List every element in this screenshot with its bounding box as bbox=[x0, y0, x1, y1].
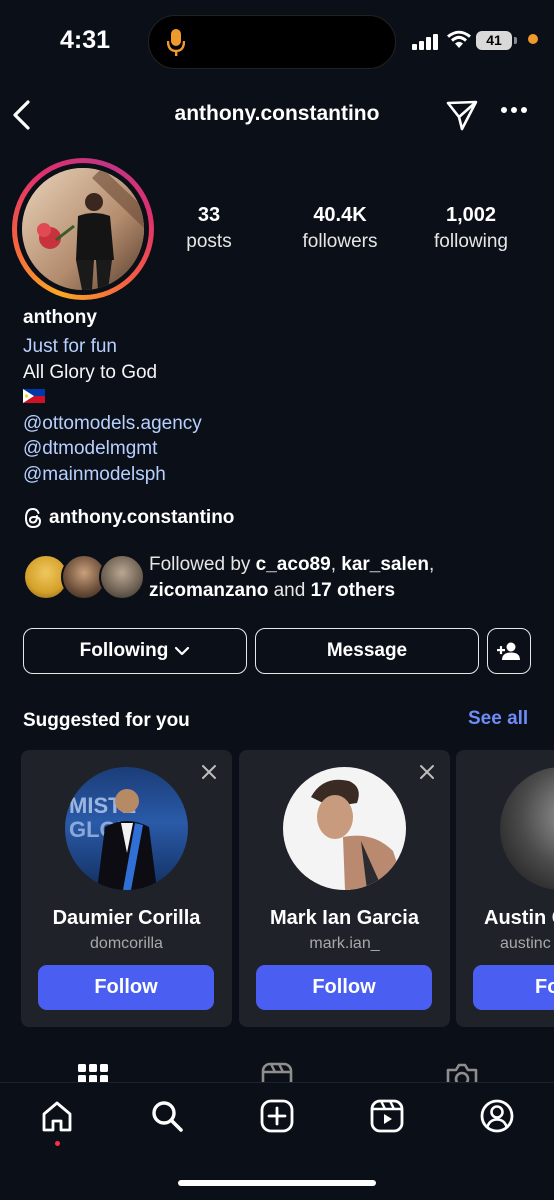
grid-tab-icon[interactable] bbox=[78, 1062, 108, 1084]
profile-avatar bbox=[22, 168, 144, 290]
reels-icon[interactable] bbox=[370, 1099, 404, 1133]
message-button[interactable]: Message bbox=[255, 628, 479, 674]
suggestion-photo-icon: MISTE GLOB bbox=[69, 789, 157, 890]
suggestion-photo-icon bbox=[311, 779, 406, 890]
profile-avatar-story-ring[interactable] bbox=[12, 158, 154, 300]
followed-by-text: Followed by c_aco89, kar_salen, zicomanza… bbox=[149, 554, 435, 601]
following-button-label: Following bbox=[79, 640, 169, 661]
mutual-avatar-3 bbox=[99, 554, 145, 600]
suggestion-card[interactable]: MISTE GLOB Daumier Corilla domcorilla Fo… bbox=[21, 750, 232, 1027]
suggestion-name: Mark Ian Garcia bbox=[270, 907, 419, 929]
following-count: 1,002 bbox=[445, 204, 497, 226]
suggestion-avatar bbox=[283, 767, 406, 890]
microphone-icon bbox=[167, 29, 185, 56]
cellular-signal-icon bbox=[412, 34, 438, 50]
suggestion-name: Daumier Corilla bbox=[52, 907, 201, 929]
stat-posts[interactable]: 33 posts bbox=[139, 204, 279, 253]
threads-link[interactable]: anthony.constantino bbox=[23, 505, 234, 531]
bio-mention-ottomodels[interactable]: @ottomodels.agency bbox=[23, 411, 533, 437]
notification-dot bbox=[55, 1141, 60, 1146]
profile-display-name: anthony bbox=[23, 307, 97, 328]
follow-button[interactable]: Follow bbox=[256, 965, 432, 1010]
profile-icon[interactable] bbox=[480, 1099, 514, 1133]
posts-label: posts bbox=[186, 231, 232, 252]
threads-handle: anthony.constantino bbox=[49, 507, 235, 528]
see-all-link[interactable]: See all bbox=[468, 708, 528, 730]
suggest-people-button[interactable] bbox=[487, 628, 531, 674]
follow-button[interactable]: Follow bbox=[38, 965, 214, 1010]
follow-button[interactable]: Fo bbox=[473, 965, 554, 1010]
profile-header: anthony.constantino bbox=[0, 88, 554, 142]
avatar-figure-icon bbox=[22, 168, 144, 290]
add-person-icon bbox=[497, 642, 520, 660]
battery-indicator: 41 bbox=[476, 31, 512, 50]
message-button-label: Message bbox=[326, 640, 408, 661]
suggestion-handle: domcorilla bbox=[90, 935, 163, 952]
profile-category[interactable]: Just for fun bbox=[23, 334, 533, 360]
followers-count: 40.4K bbox=[313, 204, 367, 226]
bio-mention-dtmodelmgmt[interactable]: @dtmodelmgmt bbox=[23, 436, 533, 462]
threads-icon bbox=[24, 507, 42, 529]
mic-in-use-dot bbox=[528, 34, 538, 44]
create-post-icon[interactable] bbox=[260, 1099, 294, 1133]
bio-mention-mainmodelsph[interactable]: @mainmodelsph bbox=[23, 462, 533, 488]
suggestion-handle: austinc bbox=[500, 935, 551, 952]
battery-cap bbox=[514, 37, 517, 44]
profile-content-tabs bbox=[0, 1062, 554, 1084]
stat-followers[interactable]: 40.4K followers bbox=[270, 204, 410, 253]
followers-label: followers bbox=[302, 231, 378, 252]
status-bar: 4:31 41 bbox=[0, 0, 554, 84]
suggestion-name: Austin C bbox=[484, 907, 554, 929]
bio-text-line: All Glory to God bbox=[23, 361, 158, 383]
share-send-icon[interactable] bbox=[445, 98, 479, 132]
bottom-navigation-bar bbox=[0, 1082, 554, 1200]
stat-following[interactable]: 1,002 following bbox=[401, 204, 541, 253]
status-time: 4:31 bbox=[60, 26, 111, 54]
chevron-down-icon bbox=[175, 646, 190, 656]
bio-flag bbox=[23, 385, 533, 411]
home-icon[interactable] bbox=[40, 1099, 74, 1133]
following-button[interactable]: Following bbox=[23, 628, 247, 674]
home-indicator[interactable] bbox=[178, 1180, 376, 1186]
suggestion-avatar: MISTE GLOB bbox=[65, 767, 188, 890]
suggestion-avatar bbox=[500, 767, 554, 890]
reels-tab-icon[interactable] bbox=[261, 1062, 293, 1084]
dismiss-close-icon[interactable] bbox=[419, 764, 435, 780]
following-label: following bbox=[434, 231, 508, 252]
followed-by-row[interactable]: Followed by c_aco89, kar_salen, zicomanza… bbox=[23, 552, 543, 604]
dynamic-island bbox=[148, 15, 396, 69]
suggestion-handle: mark.ian_ bbox=[309, 935, 380, 952]
search-icon[interactable] bbox=[150, 1099, 184, 1133]
posts-count: 33 bbox=[197, 204, 221, 226]
suggestion-card[interactable]: Mark Ian Garcia mark.ian_ Follow bbox=[239, 750, 450, 1027]
philippines-flag-icon bbox=[23, 389, 45, 403]
more-options-icon[interactable] bbox=[500, 106, 528, 114]
dismiss-close-icon[interactable] bbox=[201, 764, 217, 780]
profile-bio: anthony Just for fun All Glory to God @o… bbox=[23, 307, 533, 487]
suggestion-card[interactable]: Austin C austinc Fo bbox=[456, 750, 554, 1027]
suggested-title: Suggested for you bbox=[23, 710, 190, 731]
tagged-tab-icon[interactable] bbox=[446, 1062, 478, 1084]
wifi-icon bbox=[447, 30, 471, 48]
